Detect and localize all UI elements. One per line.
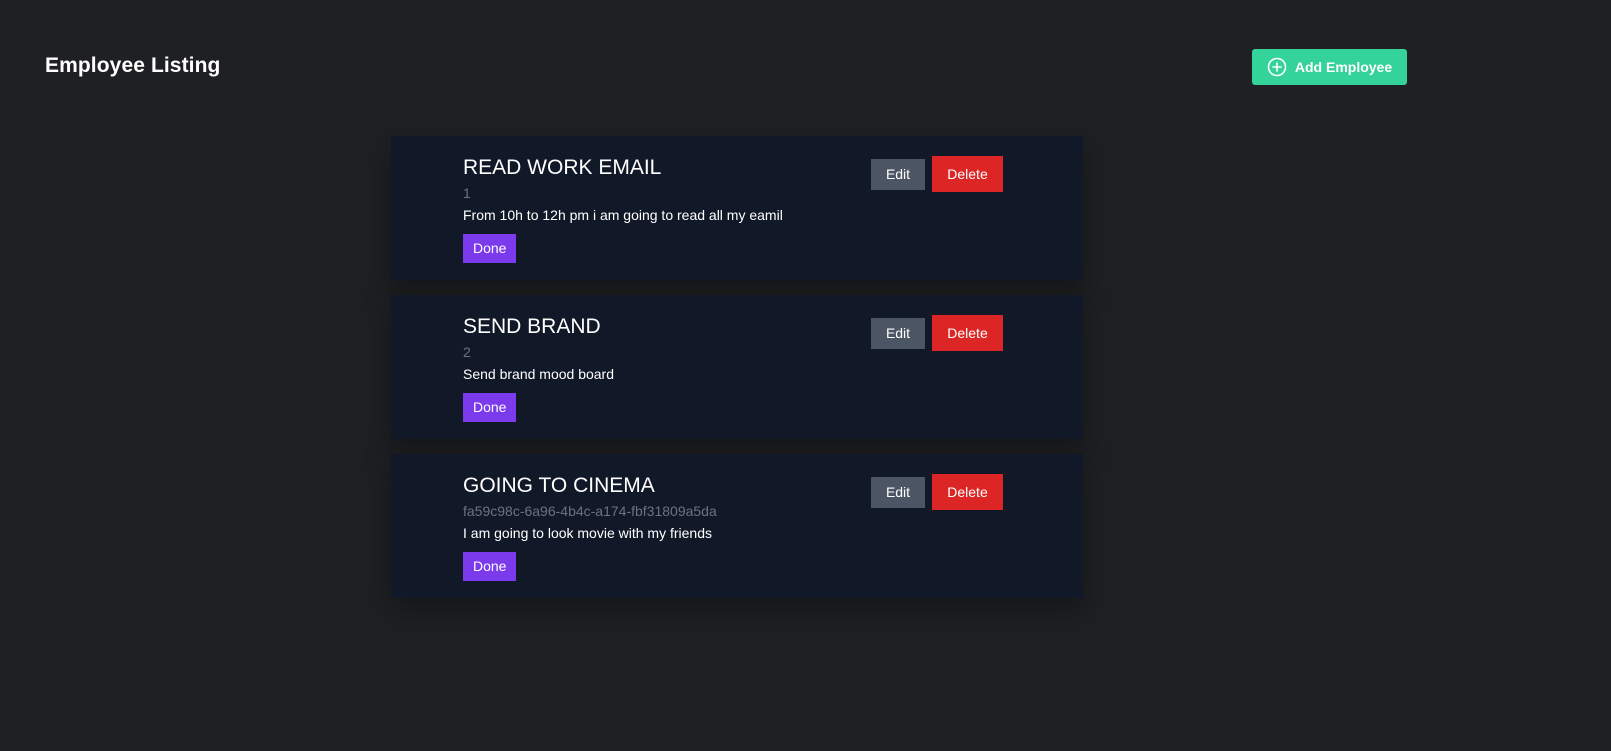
task-title: READ WORK EMAIL	[463, 156, 662, 179]
done-button[interactable]: Done	[463, 552, 517, 581]
task-title: SEND BRAND	[463, 315, 601, 338]
task-id: 2	[463, 344, 471, 360]
task-content: SEND BRAND 2 Send brand mood board Done	[463, 315, 863, 422]
employee-listing-page: Employee Listing Add Employee READ WORK …	[0, 0, 1611, 751]
task-card: READ WORK EMAIL 1 From 10h to 12h pm i a…	[391, 136, 1083, 280]
task-list: READ WORK EMAIL 1 From 10h to 12h pm i a…	[391, 136, 1083, 598]
add-employee-button[interactable]: Add Employee	[1252, 49, 1407, 85]
task-id: fa59c98c-6a96-4b4c-a174-fbf31809a5da	[463, 503, 717, 519]
add-employee-label: Add Employee	[1294, 59, 1393, 75]
task-content: READ WORK EMAIL 1 From 10h to 12h pm i a…	[463, 156, 863, 263]
task-description: From 10h to 12h pm i am going to read al…	[463, 207, 783, 223]
task-actions: Edit Delete	[871, 156, 1003, 192]
plus-circle-icon	[1267, 57, 1287, 77]
edit-button[interactable]: Edit	[871, 476, 925, 508]
task-card: SEND BRAND 2 Send brand mood board Done …	[391, 295, 1083, 439]
delete-button[interactable]: Delete	[932, 315, 1003, 351]
page-title: Employee Listing	[45, 54, 221, 77]
done-button[interactable]: Done	[463, 234, 517, 263]
edit-button[interactable]: Edit	[871, 317, 925, 349]
done-button[interactable]: Done	[463, 393, 517, 422]
task-title: GOING TO CINEMA	[463, 474, 655, 497]
task-id: 1	[463, 185, 471, 201]
task-description: I am going to look movie with my friends	[463, 525, 712, 541]
task-description: Send brand mood board	[463, 366, 614, 382]
task-actions: Edit Delete	[871, 474, 1003, 510]
task-content: GOING TO CINEMA fa59c98c-6a96-4b4c-a174-…	[463, 474, 863, 581]
delete-button[interactable]: Delete	[932, 474, 1003, 510]
delete-button[interactable]: Delete	[932, 156, 1003, 192]
edit-button[interactable]: Edit	[871, 158, 925, 190]
task-card: GOING TO CINEMA fa59c98c-6a96-4b4c-a174-…	[391, 454, 1083, 598]
task-actions: Edit Delete	[871, 315, 1003, 351]
